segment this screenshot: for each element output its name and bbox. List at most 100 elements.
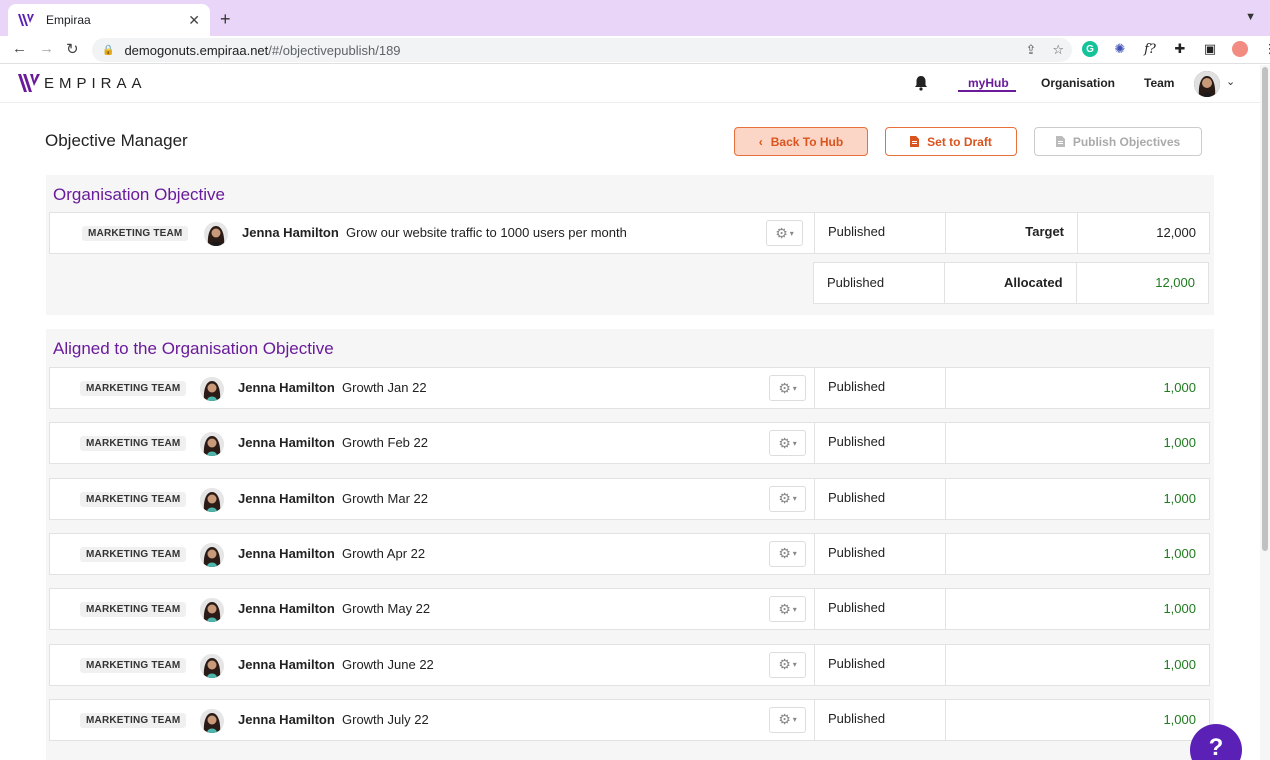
aligned-objective-row[interactable]: MARKETING TEAM Jenna Hamilton Growth May 2… <box>49 588 1210 631</box>
address-bar[interactable]: 🔒 demogonuts.empiraa.net/#/objectivepubl… <box>92 38 1072 62</box>
nav-team[interactable]: Team <box>1144 76 1174 90</box>
owner-avatar <box>200 653 224 678</box>
aligned-objective-row[interactable]: MARKETING TEAM Jenna Hamilton Growth Mar 2… <box>49 477 1210 520</box>
reload-icon[interactable]: ↻ <box>66 40 79 58</box>
sidebar-panel-icon[interactable]: ▣ <box>1202 41 1218 57</box>
extension-snowflake-icon[interactable]: ✺ <box>1112 41 1128 57</box>
row-settings-button[interactable]: ⚙ ▾ <box>769 540 806 567</box>
page-scrollbar[interactable] <box>1260 65 1270 760</box>
chevron-left-icon: ‹ <box>758 134 763 149</box>
status-cell: Published <box>814 212 946 254</box>
aligned-objective-row[interactable]: MARKETING TEAM Jenna Hamilton Growth June … <box>49 643 1210 686</box>
allocation-value: 1,000 <box>1163 435 1196 451</box>
forward-arrow-icon[interactable]: → <box>39 40 54 57</box>
tab-search-chevron-icon[interactable]: ▼ <box>1245 11 1256 23</box>
owner-name: Jenna Hamilton <box>238 711 335 727</box>
empiraa-logo-icon <box>18 14 34 26</box>
status-text: Published <box>828 710 886 726</box>
gear-icon: ⚙ <box>778 656 791 672</box>
row-settings-button[interactable]: ⚙ ▾ <box>769 596 806 623</box>
section-title: Aligned to the Organisation Objective <box>53 339 334 358</box>
row-settings-button[interactable]: ⚙ ▾ <box>769 485 806 512</box>
objective-title: Growth Mar 22 <box>342 490 428 506</box>
scrollbar-thumb[interactable] <box>1262 67 1268 551</box>
owner-avatar <box>200 377 224 401</box>
caret-down-icon: ▾ <box>792 549 797 559</box>
status-cell: Published <box>814 532 946 575</box>
browser-tab-bar: Empiraa ✕ + ▼ <box>0 0 1270 36</box>
caret-down-icon: ▾ <box>792 438 797 448</box>
user-menu-chevron-icon[interactable]: ⌄ <box>1226 75 1235 88</box>
browser-tab[interactable]: Empiraa ✕ <box>8 4 210 36</box>
status-text: Published <box>827 275 885 290</box>
notification-bell-icon[interactable] <box>914 75 928 91</box>
owner-avatar <box>200 598 224 623</box>
puzzle-extensions-icon[interactable]: ✚ <box>1172 41 1188 57</box>
team-badge: MARKETING TEAM <box>80 657 187 673</box>
status-text: Published <box>828 544 886 560</box>
allocation-value: 1,000 <box>1163 711 1196 727</box>
back-arrow-icon[interactable]: ← <box>12 40 27 57</box>
browser-menu-icon[interactable]: ⋮ <box>1262 41 1270 57</box>
row-settings-button[interactable]: ⚙ ▾ <box>769 430 806 457</box>
nav-myhub[interactable]: myHub <box>968 76 1009 90</box>
caret-down-icon: ▾ <box>792 383 797 393</box>
status-text: Published <box>828 600 886 616</box>
owner-avatar <box>200 708 224 733</box>
browser-profile-avatar[interactable] <box>1232 41 1248 57</box>
nav-organisation[interactable]: Organisation <box>1041 76 1115 90</box>
status-cell: Published <box>814 698 946 741</box>
status-cell: Published <box>814 477 946 520</box>
aligned-objective-row[interactable]: MARKETING TEAM Jenna Hamilton Growth July … <box>49 698 1210 741</box>
team-badge: MARKETING TEAM <box>80 602 187 618</box>
team-badge: MARKETING TEAM <box>82 226 189 241</box>
organisation-objective-section: Organisation Objective MARKETING TEAM Je… <box>46 175 1214 315</box>
user-avatar[interactable] <box>1194 71 1220 97</box>
status-text: Published <box>828 434 886 450</box>
grammarly-extension-icon[interactable]: G <box>1082 41 1098 57</box>
font-extension-icon[interactable]: f? <box>1142 41 1158 57</box>
bookmark-star-icon[interactable]: ☆ <box>1052 42 1064 58</box>
owner-avatar <box>200 487 224 512</box>
organisation-objective-row[interactable]: MARKETING TEAM Jenna Hamilton Grow our w… <box>49 212 1210 254</box>
allocation-value: 1,000 <box>1163 601 1196 617</box>
row-settings-button[interactable]: ⚙ ▾ <box>766 220 803 246</box>
browser-toolbar: ← → ↻ 🔒 demogonuts.empiraa.net/#/objecti… <box>0 36 1270 64</box>
row-settings-button[interactable]: ⚙ ▾ <box>769 706 806 733</box>
publish-objectives-button[interactable]: Publish Objectives <box>1034 127 1202 156</box>
objective-title: Growth Apr 22 <box>342 545 426 561</box>
row-settings-button[interactable]: ⚙ ▾ <box>769 651 806 678</box>
caret-down-icon: ▾ <box>792 604 797 614</box>
owner-avatar <box>204 222 228 246</box>
allocation-value: 1,000 <box>1163 490 1196 506</box>
team-badge: MARKETING TEAM <box>80 436 187 452</box>
aligned-objective-row[interactable]: MARKETING TEAM Jenna Hamilton Growth Feb 2… <box>49 422 1210 465</box>
share-icon[interactable]: ⇪ <box>1025 42 1036 58</box>
owner-avatar <box>200 432 224 457</box>
close-tab-icon[interactable]: ✕ <box>188 12 200 29</box>
gear-icon: ⚙ <box>778 490 791 507</box>
team-badge: MARKETING TEAM <box>80 546 187 562</box>
target-label: Target <box>1025 224 1064 239</box>
owner-name: Jenna Hamilton <box>238 435 335 451</box>
objective-title: Growth Jan 22 <box>342 380 427 395</box>
back-to-hub-label: Back To Hub <box>770 134 844 149</box>
objective-title: Growth Feb 22 <box>342 435 428 451</box>
publish-objectives-label: Publish Objectives <box>1072 134 1181 149</box>
cell-divider <box>1076 263 1077 303</box>
aligned-objective-row[interactable]: MARKETING TEAM Jenna Hamilton Growth Jan 2… <box>49 367 1210 409</box>
new-tab-icon[interactable]: + <box>220 9 231 30</box>
owner-name: Jenna Hamilton <box>238 380 335 395</box>
row-settings-button[interactable]: ⚙ ▾ <box>769 375 806 401</box>
owner-avatar <box>200 542 224 567</box>
aligned-objective-row[interactable]: MARKETING TEAM Jenna Hamilton Growth Apr 2… <box>49 532 1210 575</box>
empiraa-logo-icon <box>18 74 40 92</box>
owner-name: Jenna Hamilton <box>238 656 335 672</box>
set-to-draft-button[interactable]: Set to Draft <box>885 127 1017 156</box>
back-to-hub-button[interactable]: ‹ Back To Hub <box>734 127 868 156</box>
aligned-objectives-section: Aligned to the Organisation Objective MA… <box>46 329 1214 760</box>
brand-logo[interactable]: EMPIRAA <box>18 72 147 94</box>
status-cell: Published <box>814 588 946 631</box>
status-cell: Published <box>814 643 946 686</box>
gear-icon: ⚙ <box>778 434 791 451</box>
